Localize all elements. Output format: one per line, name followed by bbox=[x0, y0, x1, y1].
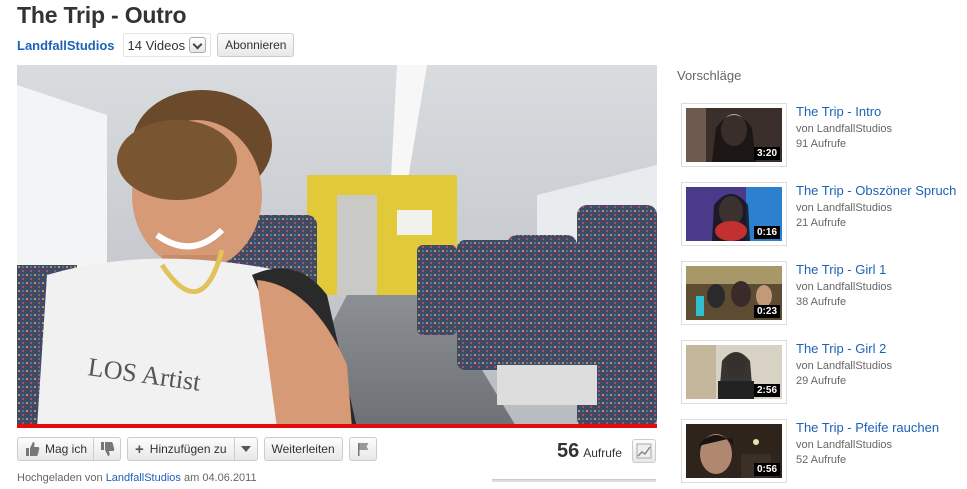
add-to-button[interactable]: + Hinzufügen zu bbox=[127, 437, 235, 461]
suggestion-item[interactable]: 2:56 The Trip - Girl 2 von LandfallStudi… bbox=[681, 340, 967, 406]
suggestion-thumbnail[interactable]: 0:56 bbox=[681, 419, 787, 483]
suggestion-author: von LandfallStudios bbox=[796, 439, 893, 451]
suggestion-item[interactable]: 0:16 The Trip - Obszöner Spruch von Land… bbox=[681, 182, 967, 248]
stats-button[interactable] bbox=[632, 439, 656, 463]
suggestion-thumbnail[interactable]: 0:23 bbox=[681, 261, 787, 325]
add-to-dropdown-button[interactable] bbox=[234, 437, 258, 461]
thumbs-down-icon bbox=[101, 442, 115, 456]
suggestion-title[interactable]: The Trip - Girl 1 bbox=[796, 262, 886, 277]
upload-date: am 04.06.2011 bbox=[183, 472, 257, 484]
add-to-label: Hinzufügen zu bbox=[149, 442, 227, 456]
suggestion-views: 52 Aufrufe bbox=[796, 454, 847, 466]
suggestion-item[interactable]: 3:20 The Trip - Intro von LandfallStudio… bbox=[681, 103, 967, 169]
suggestion-item[interactable]: 0:56 The Trip - Pfeife rauchen von Landf… bbox=[681, 419, 967, 485]
chevron-down-icon bbox=[189, 37, 207, 53]
video-progress-bar[interactable] bbox=[17, 424, 657, 428]
duration-badge: 0:16 bbox=[753, 226, 780, 239]
like-button[interactable]: Mag ich bbox=[17, 437, 95, 461]
suggestion-thumbnail[interactable]: 3:20 bbox=[681, 103, 787, 167]
suggestion-item[interactable]: 0:23 The Trip - Girl 1 von LandfallStudi… bbox=[681, 261, 967, 327]
duration-badge: 0:56 bbox=[753, 463, 780, 476]
video-title: The Trip - Outro bbox=[17, 2, 187, 28]
suggestions-title: Vorschläge bbox=[677, 68, 742, 83]
channel-row: LandfallStudios 14 Videos Abonnieren bbox=[17, 33, 295, 57]
suggestion-views: 91 Aufrufe bbox=[796, 138, 847, 150]
duration-badge: 2:56 bbox=[753, 384, 780, 397]
suggestion-title[interactable]: The Trip - Girl 2 bbox=[796, 341, 886, 356]
video-player[interactable]: LOS Artist bbox=[17, 65, 657, 428]
videos-count-dropdown[interactable]: 14 Videos bbox=[122, 33, 212, 57]
suggestion-thumbnail[interactable]: 0:16 bbox=[681, 182, 787, 246]
duration-badge: 3:20 bbox=[753, 147, 780, 160]
upload-info: Hochgeladen von LandfallStudios am 04.06… bbox=[17, 472, 257, 484]
channel-link[interactable]: LandfallStudios bbox=[17, 38, 115, 53]
suggestion-author: von LandfallStudios bbox=[796, 360, 893, 372]
dislike-button[interactable] bbox=[94, 437, 122, 461]
suggestion-author: von LandfallStudios bbox=[796, 202, 893, 214]
chart-icon bbox=[636, 443, 652, 459]
upload-prefix: Hochgeladen von bbox=[17, 472, 103, 484]
suggestion-author: von LandfallStudios bbox=[796, 123, 893, 135]
view-count-number: 56 bbox=[557, 440, 580, 462]
like-label: Mag ich bbox=[45, 442, 88, 456]
flag-button[interactable] bbox=[348, 437, 377, 461]
suggestion-views: 38 Aufrufe bbox=[796, 296, 847, 308]
caret-down-icon bbox=[240, 446, 251, 452]
suggestion-title[interactable]: The Trip - Intro bbox=[796, 104, 881, 119]
suggestion-title[interactable]: The Trip - Obszöner Spruch bbox=[796, 183, 956, 198]
plus-icon: + bbox=[135, 440, 144, 458]
suggestion-views: 29 Aufrufe bbox=[796, 375, 847, 387]
view-count-label: Aufrufe bbox=[583, 446, 622, 460]
subscribe-button[interactable]: Abonnieren bbox=[217, 33, 295, 57]
action-bar: Mag ich + Hinzufügen zu Weiterleiten bbox=[17, 437, 377, 462]
suggestion-author: von LandfallStudios bbox=[796, 281, 893, 293]
like-ratio-bar bbox=[492, 479, 656, 482]
view-count: 56 Aufrufe bbox=[557, 440, 622, 463]
flag-icon bbox=[357, 443, 369, 456]
suggestion-title[interactable]: The Trip - Pfeife rauchen bbox=[796, 420, 939, 435]
duration-badge: 0:23 bbox=[753, 305, 780, 318]
share-button[interactable]: Weiterleiten bbox=[263, 437, 343, 461]
thumbs-up-icon bbox=[26, 442, 40, 456]
suggestion-views: 21 Aufrufe bbox=[796, 217, 847, 229]
videos-count-label: 14 Videos bbox=[127, 37, 186, 53]
suggestion-thumbnail[interactable]: 2:56 bbox=[681, 340, 787, 404]
uploader-link[interactable]: LandfallStudios bbox=[106, 472, 181, 484]
video-frame: LOS Artist bbox=[17, 65, 657, 428]
